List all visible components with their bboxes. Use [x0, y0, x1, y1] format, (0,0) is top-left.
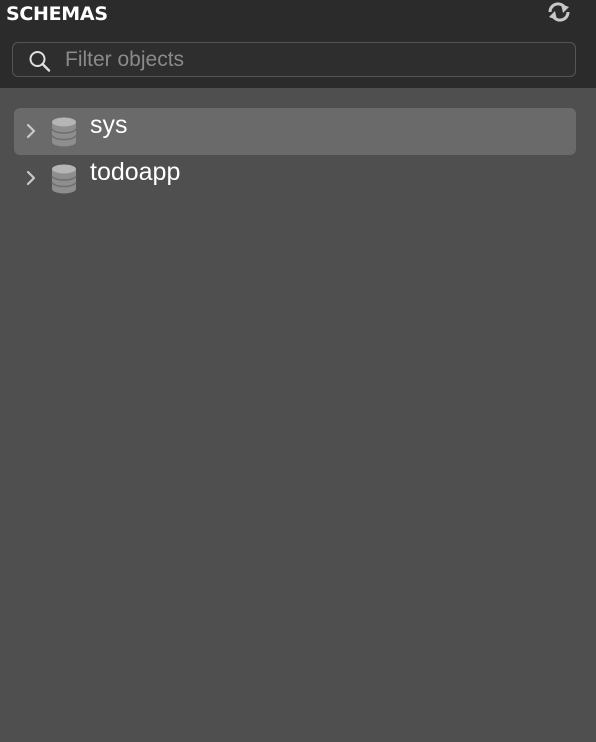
schema-row-todoapp[interactable]: todoapp [14, 155, 576, 202]
schema-name: todoapp [90, 158, 181, 186]
panel-title: SCHEMAS [6, 3, 108, 25]
chevron-right-icon[interactable] [24, 122, 38, 140]
search-icon [28, 50, 52, 72]
filter-box [12, 42, 576, 77]
schema-name: sys [90, 111, 128, 139]
schema-row-sys[interactable]: sys [14, 108, 576, 155]
database-icon [51, 164, 77, 194]
schemas-panel: SCHEMAS Filter objects sys todoapp [0, 0, 596, 742]
filter-objects-input[interactable] [65, 47, 565, 73]
schemas-header: SCHEMAS [0, 0, 596, 88]
chevron-right-icon[interactable] [24, 169, 38, 187]
refresh-icon[interactable] [546, 1, 572, 23]
database-icon [51, 117, 77, 147]
